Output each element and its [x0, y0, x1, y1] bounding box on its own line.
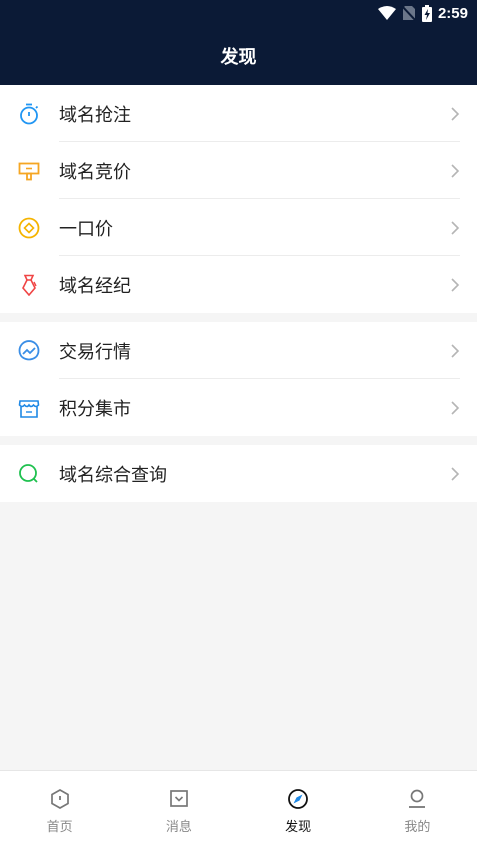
coin-icon [18, 217, 40, 239]
tab-label: 消息 [165, 820, 192, 835]
menu-group-domain: 域名抢注 域名竞价 一口价 域名经纪 [0, 85, 477, 313]
menu-item-domain-query[interactable]: 域名综合查询 [0, 445, 477, 502]
user-icon [409, 789, 426, 808]
message-icon [170, 790, 188, 807]
tab-label: 发现 [285, 820, 312, 835]
auction-sign-icon [18, 160, 40, 182]
menu-item-label: 域名经纪 [59, 275, 131, 297]
compass-icon [288, 789, 309, 809]
menu-item-domain-broker[interactable]: 域名经纪 [0, 256, 477, 313]
menu-item-market-trend[interactable]: 交易行情 [0, 322, 477, 379]
timer-icon [18, 103, 40, 125]
menu-item-points-market[interactable]: 积分集市 [0, 379, 477, 436]
menu-group-market: 交易行情 积分集市 [0, 322, 477, 436]
menu-item-label: 一口价 [59, 218, 113, 240]
tab-home[interactable]: 首页 [0, 771, 119, 848]
bottom-tab-bar: 首页 消息 发现 我的 [0, 770, 477, 848]
chevron-right-icon [451, 220, 460, 235]
no-sim-icon [401, 5, 416, 21]
chevron-right-icon [451, 277, 460, 292]
tab-discover[interactable]: 发现 [239, 771, 358, 848]
menu-group-query: 域名综合查询 [0, 445, 477, 502]
menu-item-label: 域名综合查询 [59, 464, 167, 486]
menu-item-domain-auction[interactable]: 域名竞价 [0, 142, 477, 199]
menu-item-label: 域名竞价 [59, 161, 131, 183]
chevron-right-icon [451, 343, 460, 358]
chevron-right-icon [451, 163, 460, 178]
wifi-icon [377, 6, 396, 20]
menu-item-label: 积分集市 [59, 398, 131, 420]
chevron-right-icon [451, 466, 460, 481]
menu-item-label: 交易行情 [59, 341, 131, 363]
tab-label: 我的 [404, 820, 431, 835]
tab-messages[interactable]: 消息 [119, 771, 238, 848]
tab-profile[interactable]: 我的 [358, 771, 477, 848]
home-icon [50, 789, 69, 809]
battery-charging-icon [421, 4, 432, 22]
chevron-right-icon [451, 400, 460, 415]
app-header: 发现 [0, 26, 477, 85]
status-bar: 2:59 [0, 0, 477, 26]
shop-icon [18, 397, 40, 419]
clock-time: 2:59 [437, 4, 468, 22]
necktie-icon [18, 274, 40, 296]
page-title: 发现 [220, 46, 257, 68]
tab-label: 首页 [46, 820, 73, 835]
chevron-right-icon [451, 106, 460, 121]
market-trend-icon [18, 339, 40, 362]
menu-item-fixed-price[interactable]: 一口价 [0, 199, 477, 256]
search-icon [18, 463, 40, 485]
menu-item-label: 域名抢注 [59, 104, 131, 126]
menu-item-domain-snatch[interactable]: 域名抢注 [0, 85, 477, 142]
